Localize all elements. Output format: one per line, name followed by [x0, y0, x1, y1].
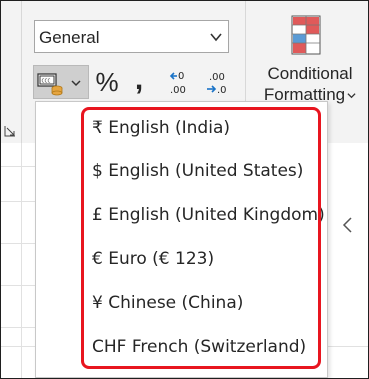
svg-text:.0: .0	[217, 85, 227, 96]
chevron-left-icon[interactable]	[341, 216, 355, 234]
excel-window: General CCC % , 0 .00 .00 .0 Conditional…	[0, 0, 369, 379]
gridline	[1, 327, 35, 328]
chevron-down-icon	[71, 80, 81, 87]
accounting-number-format-icon: CCC	[37, 73, 63, 96]
svg-text:.00: .00	[209, 72, 225, 83]
svg-text:CCC: CCC	[42, 79, 51, 85]
number-format-dropdown[interactable]: General	[34, 20, 229, 53]
conditional-formatting-label-line1: Conditional	[267, 64, 353, 83]
accounting-format-button[interactable]: CCC	[33, 65, 89, 99]
gridline	[1, 201, 35, 202]
conditional-formatting-button[interactable]: Conditional Formatting	[252, 63, 368, 105]
gridline	[1, 285, 35, 286]
comma-style-button[interactable]: ,	[129, 65, 149, 99]
percent-style-button[interactable]: %	[95, 65, 119, 99]
gridline	[1, 166, 35, 167]
gridline	[21, 143, 22, 378]
svg-text:0: 0	[178, 71, 184, 82]
conditional-formatting-icon	[291, 15, 321, 55]
svg-text:.00: .00	[170, 85, 186, 96]
gridline	[1, 243, 35, 244]
highlight-annotation-box	[81, 107, 321, 369]
increase-decimal-icon[interactable]: 0 .00	[169, 69, 195, 97]
dialog-launcher-icon[interactable]	[4, 125, 16, 137]
chevron-down-icon	[347, 93, 356, 99]
number-format-value: General	[39, 28, 100, 47]
chevron-down-icon	[210, 33, 222, 42]
ribbon-divider	[245, 1, 246, 106]
ribbon-divider	[21, 1, 22, 143]
decrease-decimal-icon[interactable]: .00 .0	[203, 69, 229, 97]
